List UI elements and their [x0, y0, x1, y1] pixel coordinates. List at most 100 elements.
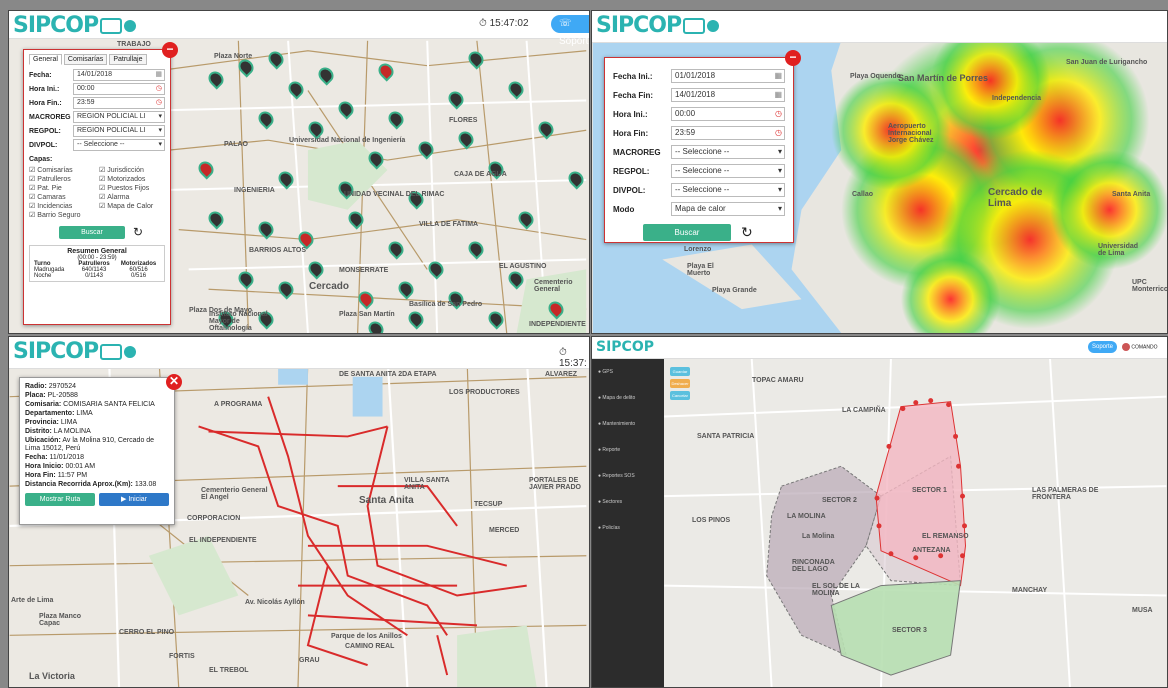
- map-label: MUSA: [1132, 607, 1153, 614]
- monitor-icon: [100, 18, 123, 34]
- map-label: EL SOL DE LA MOLINA: [812, 583, 860, 597]
- map-label: Cementerio General El Angel: [201, 487, 268, 501]
- chevron-down-icon: ▾: [158, 127, 162, 134]
- info-key: Ubicación:: [25, 437, 61, 444]
- summary-table: Turno Patrulleros Motorizados Madrugada …: [32, 261, 162, 279]
- search-button[interactable]: Buscar: [59, 225, 125, 239]
- info-value: COMISARIA SANTA FELICIA: [63, 401, 155, 408]
- form-row: REGPOL: REGION POLICIAL LI ▾: [29, 125, 165, 137]
- layer-checkbox[interactable]: Pat. Pie: [29, 184, 95, 192]
- info-line: Departamento: LIMA: [25, 410, 169, 418]
- sidebar-item[interactable]: ● Mapa de delito: [592, 385, 664, 411]
- field-input[interactable]: 00:00 ◷: [671, 107, 785, 121]
- field-input[interactable]: 01/01/2018 ▦: [671, 69, 785, 83]
- map-label: EL TREBOL: [209, 667, 249, 674]
- map-label: LA MOLINA: [787, 513, 826, 520]
- reset-icon[interactable]: ↻: [741, 224, 753, 241]
- menu-dot-icon[interactable]: [124, 346, 137, 358]
- collapse-panel-button[interactable]: −: [785, 50, 801, 66]
- user-menu[interactable]: COMANDO: [1122, 343, 1158, 351]
- field-input[interactable]: 23:59 ◷: [671, 126, 785, 140]
- cancel-button[interactable]: Cancelar: [670, 391, 690, 400]
- field-input[interactable]: -- Seleccione -- ▾: [671, 183, 785, 197]
- sidebar-item[interactable]: ● Sectores: [592, 489, 664, 515]
- info-key: Provincia:: [25, 419, 59, 426]
- field-input[interactable]: REGION POLICIAL LI ▾: [73, 111, 165, 123]
- field-input[interactable]: -- Seleccione -- ▾: [671, 164, 785, 178]
- reset-icon[interactable]: ↻: [133, 225, 143, 239]
- monitor-icon: [683, 18, 706, 34]
- map-label: SANTA PATRICIA: [697, 433, 755, 440]
- chevron-down-icon: ▾: [777, 185, 782, 194]
- field-input[interactable]: 14/01/2018 ▦: [671, 88, 785, 102]
- field-label: Modo: [613, 204, 635, 214]
- top-bar: SIPCOP ⏱ 15:47:02 ☏ Soporte: [9, 11, 589, 47]
- map-label: La Molina: [802, 533, 835, 540]
- map-label: EL INDEPENDIENTE: [189, 537, 257, 544]
- form-row: Hora Ini.: 00:00 ◷: [613, 107, 785, 121]
- layer-checkbox[interactable]: Jurisdicción: [99, 166, 165, 174]
- sidebar-item[interactable]: ● Reporte: [592, 437, 664, 463]
- save-button[interactable]: Guardar: [670, 367, 690, 376]
- info-value: LIMA: [60, 419, 78, 426]
- layer-checkbox[interactable]: Camaras: [29, 193, 95, 201]
- info-line: Placa: PL-20588: [25, 392, 169, 400]
- layer-checkbox[interactable]: Alarma: [99, 193, 165, 201]
- show-route-button[interactable]: Mostrar Ruta: [25, 493, 95, 506]
- layer-checkbox[interactable]: Puestos Fijos: [99, 184, 165, 192]
- field-input[interactable]: 23:59 ◷: [73, 97, 165, 109]
- menu-dot-icon[interactable]: [707, 20, 720, 32]
- field-input[interactable]: -- Seleccione -- ▾: [73, 139, 165, 151]
- heatmap-pane: San Juan de Lurigancho San Martín de Por…: [591, 10, 1168, 334]
- map-label: La Victoria: [29, 671, 75, 681]
- map-label: MONSERRATE: [339, 267, 389, 274]
- field-input[interactable]: -- Seleccione -- ▾: [671, 145, 785, 159]
- layer-checkbox[interactable]: Motorizados: [99, 175, 165, 183]
- summary-cell: 0/516: [131, 273, 147, 279]
- layer-checkbox[interactable]: Incidencias: [29, 202, 95, 210]
- tab-patrullaje[interactable]: Patrullaje: [109, 54, 147, 65]
- field-input[interactable]: 14/01/2018 ▦: [73, 69, 165, 81]
- filter-panel: − General Comisarías Patrullaje Fecha: 14…: [23, 42, 178, 325]
- field-input[interactable]: 00:00 ◷: [73, 83, 165, 95]
- chevron-down-icon: ▾: [777, 166, 782, 175]
- panel-tabs: General Comisarías Patrullaje: [29, 54, 165, 65]
- sipcop-logo: SIPCOP: [13, 13, 137, 38]
- route-map-pane: DE SANTA ANITA 2DA ETAPA LOS PRODUCTORES…: [8, 336, 590, 688]
- layer-checkbox[interactable]: Barrio Seguro: [29, 211, 95, 219]
- map-label: Instituto Nacional Mayor de Oftalmología: [209, 311, 268, 332]
- sectors-map[interactable]: [592, 337, 1167, 687]
- start-button[interactable]: ▶ Iniciar: [99, 493, 169, 506]
- chevron-down-icon: ▾: [158, 141, 162, 148]
- support-button[interactable]: ☏ Soporte: [551, 15, 589, 47]
- map-label: Plaza Dos de Mayo: [189, 307, 253, 314]
- field-value: 00:00: [675, 109, 696, 118]
- tab-general[interactable]: General: [29, 54, 62, 65]
- layer-checkbox[interactable]: Comisarías: [29, 166, 95, 174]
- menu-dot-icon[interactable]: [124, 20, 137, 32]
- info-line: Provincia: LIMA: [25, 419, 169, 427]
- search-button[interactable]: Buscar: [643, 224, 731, 241]
- map-label: GRAU: [299, 657, 320, 664]
- map-label: TECSUP: [474, 501, 503, 508]
- info-key: Radio:: [25, 383, 47, 390]
- field-input[interactable]: REGION POLICIAL LI ▾: [73, 125, 165, 137]
- sidebar-item[interactable]: ● Mantenimiento: [592, 411, 664, 437]
- map-label: Cercado de Lima: [988, 187, 1043, 209]
- collapse-panel-button[interactable]: −: [162, 42, 178, 58]
- undo-button[interactable]: Deshacer: [670, 379, 690, 388]
- info-value: LIMA: [76, 410, 93, 417]
- support-button[interactable]: Soporte: [1088, 341, 1118, 353]
- field-input[interactable]: Mapa de calor ▾: [671, 202, 785, 216]
- sidebar-item[interactable]: ● Policías: [592, 515, 664, 541]
- layer-checkbox[interactable]: Mapa de Calor: [99, 202, 165, 210]
- close-popup-button[interactable]: ✕: [166, 374, 182, 390]
- sidebar-item[interactable]: ● GPS: [592, 359, 664, 385]
- layer-checkbox[interactable]: Patrulleros: [29, 175, 95, 183]
- summary-box: Resumen General (00:00 - 23:59) Turno Pa…: [29, 245, 165, 282]
- field-value: Mapa de calor: [675, 204, 726, 213]
- map-label: Callao: [852, 191, 874, 198]
- clock-icon: ◷: [775, 128, 782, 137]
- sidebar-item[interactable]: ● Reportes SOS: [592, 463, 664, 489]
- tab-comisarias[interactable]: Comisarías: [63, 54, 108, 65]
